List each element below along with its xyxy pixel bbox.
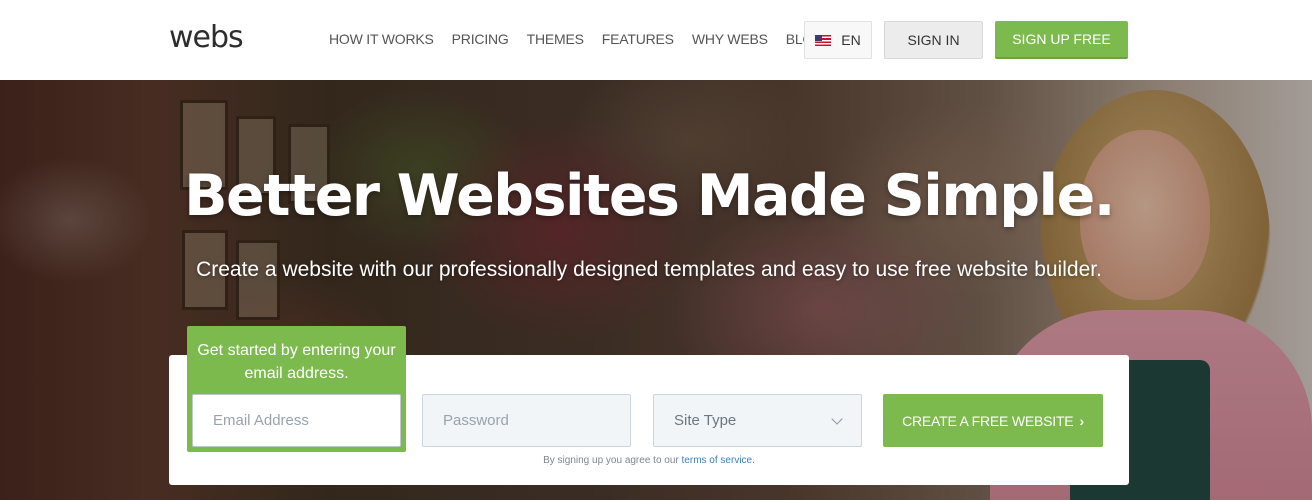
chevron-down-icon — [831, 413, 843, 425]
logo[interactable]: webs — [169, 20, 244, 55]
site-type-select[interactable]: Site Type — [653, 394, 862, 447]
hero-subtitle: Create a website with our professionally… — [196, 258, 1102, 281]
us-flag-icon — [815, 34, 832, 46]
chevron-right-icon: › — [1079, 412, 1084, 429]
main-nav: HOW IT WORKS PRICING THEMES FEATURES WHY… — [329, 30, 842, 48]
language-label: EN — [841, 32, 861, 48]
nav-pricing[interactable]: PRICING — [452, 30, 509, 48]
create-free-website-button[interactable]: CREATE A FREE WEBSITE › — [883, 394, 1103, 447]
terms-suffix: . — [752, 455, 755, 466]
sign-in-button[interactable]: SIGN IN — [884, 21, 983, 59]
terms-notice: By signing up you agree to our terms of … — [169, 455, 1129, 466]
language-selector[interactable]: EN — [804, 21, 872, 59]
nav-why-webs[interactable]: WHY WEBS — [692, 30, 768, 48]
get-started-text: Get started by entering your email addre… — [197, 342, 396, 382]
site-header: webs HOW IT WORKS PRICING THEMES FEATURE… — [0, 0, 1312, 80]
nav-themes[interactable]: THEMES — [527, 30, 584, 48]
password-field[interactable] — [422, 394, 631, 447]
terms-of-service-link[interactable]: terms of service — [682, 455, 753, 466]
hero-title: Better Websites Made Simple. — [184, 163, 1115, 229]
sign-up-free-button[interactable]: SIGN UP FREE — [995, 21, 1128, 59]
site-type-value: Site Type — [674, 412, 737, 429]
email-field[interactable] — [192, 394, 401, 447]
create-button-label: CREATE A FREE WEBSITE — [902, 412, 1074, 429]
terms-prefix: By signing up you agree to our — [543, 455, 679, 466]
nav-features[interactable]: FEATURES — [602, 30, 674, 48]
nav-how-it-works[interactable]: HOW IT WORKS — [329, 30, 434, 48]
